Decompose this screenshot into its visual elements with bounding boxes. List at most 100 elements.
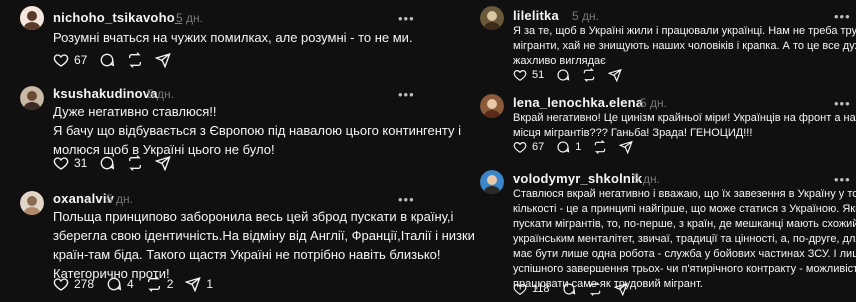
share-button[interactable]: 1 bbox=[185, 276, 213, 292]
comment-line: Дуже негативно ставлюся!! bbox=[53, 104, 217, 119]
comment-icon bbox=[556, 68, 570, 82]
action-bar: 31 bbox=[53, 155, 183, 171]
more-options-icon[interactable]: ••• bbox=[834, 10, 851, 23]
action-bar: 67 1 bbox=[513, 139, 645, 155]
comment-text: Ставлюся вкрай негативно і вважаю, що їх… bbox=[513, 187, 856, 292]
repost-button[interactable] bbox=[588, 282, 602, 296]
send-icon bbox=[155, 155, 172, 171]
comment-line: зберегла свою ідентичність.На відміну ві… bbox=[53, 228, 475, 243]
like-button[interactable]: 67 bbox=[53, 52, 87, 68]
send-icon bbox=[608, 68, 623, 82]
share-button[interactable] bbox=[155, 52, 172, 68]
action-bar: 67 bbox=[53, 52, 183, 68]
like-button[interactable]: 67 bbox=[513, 140, 544, 154]
share-button[interactable] bbox=[608, 68, 623, 82]
more-options-icon[interactable]: ••• bbox=[398, 88, 415, 101]
like-button[interactable]: 278 bbox=[53, 276, 94, 292]
more-options-icon[interactable]: ••• bbox=[398, 12, 415, 25]
comment-line: Польща принципово заборонила весь цей зб… bbox=[53, 209, 454, 224]
comment-line: Ставлюся вкрай негативно і вважаю, що їх… bbox=[513, 188, 856, 200]
action-bar: 51 bbox=[513, 67, 634, 83]
send-icon bbox=[619, 140, 634, 154]
heart-icon bbox=[513, 140, 527, 154]
repost-button[interactable] bbox=[593, 140, 607, 154]
send-icon bbox=[185, 276, 202, 292]
repost-button[interactable] bbox=[127, 52, 143, 68]
comment-line: українським менталітет, звичаї, традиції… bbox=[513, 233, 856, 245]
reply-button[interactable] bbox=[99, 52, 115, 68]
comment-line: пускати мігрантів, то, по-перше, з країн… bbox=[513, 218, 856, 230]
heart-icon bbox=[53, 276, 69, 292]
comment-text: Я за те, щоб в Україні жили і працювали … bbox=[513, 24, 856, 69]
like-button[interactable]: 118 bbox=[513, 282, 550, 296]
reply-button[interactable] bbox=[556, 68, 570, 82]
username[interactable]: lena_lenochka.elena bbox=[513, 95, 643, 110]
like-count: 51 bbox=[532, 69, 545, 81]
reply-button[interactable]: 1 bbox=[556, 140, 581, 154]
heart-icon bbox=[53, 155, 69, 171]
repost-icon bbox=[146, 276, 162, 292]
like-count: 67 bbox=[74, 53, 88, 67]
username[interactable]: ksushakudinova bbox=[53, 86, 158, 101]
avatar[interactable] bbox=[480, 6, 504, 30]
reply-button[interactable] bbox=[562, 282, 576, 296]
repost-icon bbox=[593, 140, 607, 154]
avatar[interactable] bbox=[480, 170, 504, 194]
timestamp[interactable]: 5 дн. bbox=[147, 87, 174, 101]
timestamp[interactable]: 5 дн. bbox=[640, 96, 667, 110]
timestamp[interactable]: 5 дн. bbox=[572, 9, 599, 23]
repost-count: 2 bbox=[166, 277, 174, 291]
more-options-icon[interactable]: ••• bbox=[834, 173, 851, 186]
repost-button[interactable]: 2 bbox=[146, 276, 174, 292]
comment-line: країн-там біда. Такого щастя Україні не … bbox=[53, 247, 441, 262]
comment-icon bbox=[556, 140, 570, 154]
comment-icon bbox=[106, 276, 122, 292]
more-options-icon[interactable]: ••• bbox=[834, 97, 851, 110]
comment-text: Вкрай негативно! Це цинізм крайньої міри… bbox=[513, 111, 856, 141]
action-bar: 118 bbox=[513, 281, 640, 297]
timestamp[interactable]: 5 дн. bbox=[106, 192, 133, 206]
share-count: 1 bbox=[206, 277, 214, 291]
like-count: 278 bbox=[74, 277, 95, 291]
comment-line: Я за те, щоб в Україні жили і працювали … bbox=[513, 25, 856, 37]
avatar[interactable] bbox=[20, 6, 44, 30]
like-button[interactable]: 31 bbox=[53, 155, 87, 171]
reply-button[interactable]: 4 bbox=[106, 276, 134, 292]
timestamp[interactable]: 5 дн. bbox=[633, 172, 660, 186]
action-bar: 278 4 2 1 bbox=[53, 276, 225, 292]
comment-line: Вкрай негативно! Це цинізм крайньої міри… bbox=[513, 112, 856, 124]
timestamp[interactable]: 5 дн. bbox=[176, 11, 203, 25]
repost-button[interactable] bbox=[582, 68, 596, 82]
avatar[interactable] bbox=[480, 94, 504, 118]
comment-text: Польща принципово заборонила весь цей зб… bbox=[53, 207, 475, 283]
comment-count: 1 bbox=[575, 141, 582, 153]
username[interactable]: oxanalviv bbox=[53, 191, 114, 206]
comment-text: Розумні вчаться на чужих помилках, але р… bbox=[53, 28, 413, 47]
avatar[interactable] bbox=[20, 86, 44, 110]
send-icon bbox=[155, 52, 172, 68]
repost-icon bbox=[127, 155, 143, 171]
comment-line: Розумні вчаться на чужих помилках, але р… bbox=[53, 30, 413, 45]
comment-icon bbox=[562, 282, 576, 296]
send-icon bbox=[613, 282, 628, 296]
repost-icon bbox=[588, 282, 602, 296]
username[interactable]: volodymyr_shkolnik bbox=[513, 171, 642, 186]
comment-icon bbox=[99, 155, 115, 171]
share-button[interactable] bbox=[613, 282, 628, 296]
like-count: 118 bbox=[532, 283, 550, 295]
more-options-icon[interactable]: ••• bbox=[398, 193, 415, 206]
avatar[interactable] bbox=[20, 191, 44, 215]
username[interactable]: nichoho_tsikavoho_ bbox=[53, 10, 182, 25]
username[interactable]: lilelitka bbox=[513, 8, 559, 23]
heart-icon bbox=[53, 52, 69, 68]
reply-button[interactable] bbox=[99, 155, 115, 171]
share-button[interactable] bbox=[619, 140, 634, 154]
like-button[interactable]: 51 bbox=[513, 68, 544, 82]
heart-icon bbox=[513, 282, 527, 296]
comment-line: Я бачу що відбувається з Європою під нав… bbox=[53, 123, 462, 138]
comment-text: Дуже негативно ставлюся!! Я бачу що відб… bbox=[53, 102, 461, 159]
share-button[interactable] bbox=[155, 155, 172, 171]
repost-icon bbox=[127, 52, 143, 68]
comment-count: 4 bbox=[127, 277, 134, 291]
repost-button[interactable] bbox=[127, 155, 143, 171]
